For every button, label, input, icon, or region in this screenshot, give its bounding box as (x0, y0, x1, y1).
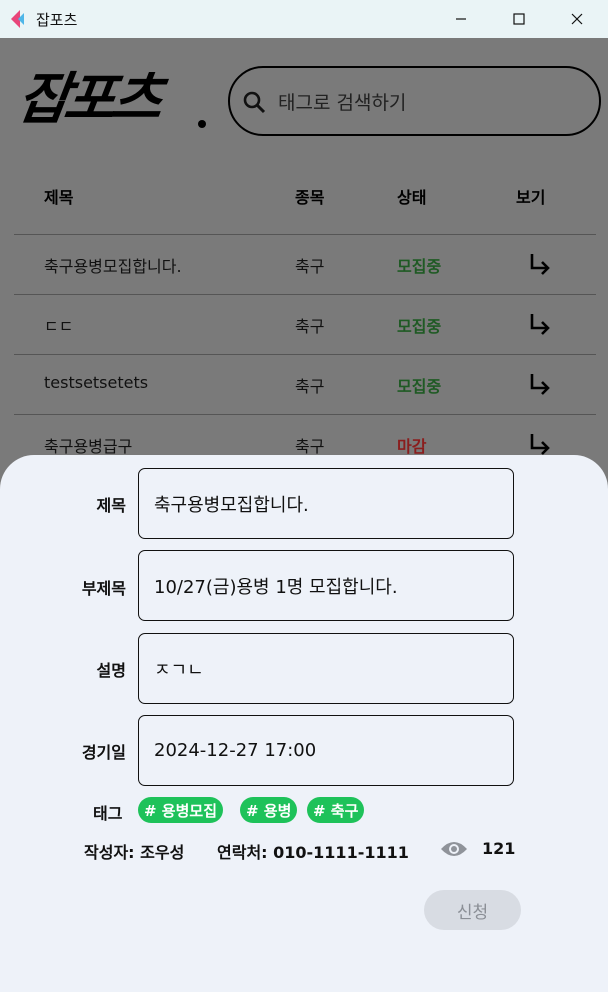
column-header-status: 상태 (397, 188, 427, 207)
search-bar[interactable] (228, 66, 601, 136)
view-arrow-icon[interactable] (528, 251, 552, 277)
row-status: 모집중 (397, 377, 442, 396)
row-sport: 축구 (295, 377, 325, 396)
row-status: 모집중 (397, 257, 442, 276)
game-date-field[interactable]: 2024-12-27 17:00 (138, 715, 514, 786)
row-title: testsetsetets (44, 373, 149, 392)
window-titlebar: 잡포츠 (0, 0, 608, 38)
field-label-description: 설명 (96, 661, 126, 680)
subtitle-field[interactable]: 10/27(금)용병 1명 모집합니다. (138, 550, 514, 621)
maximize-button[interactable] (490, 0, 548, 38)
row-title: 축구용병모집합니다. (44, 257, 182, 276)
view-arrow-icon[interactable] (528, 371, 552, 397)
column-header-title: 제목 (44, 188, 74, 207)
table-row[interactable]: ㄷㄷ 축구 모집중 (14, 294, 596, 354)
field-label-game-date: 경기일 (81, 743, 126, 762)
title-field[interactable]: 축구용병모집합니다. (138, 468, 514, 539)
view-arrow-icon[interactable] (528, 311, 552, 337)
row-title: 축구용병급구 (44, 437, 133, 456)
search-icon (243, 91, 266, 114)
window-title: 잡포츠 (36, 11, 78, 29)
column-header-sport: 종목 (295, 188, 325, 207)
table-row[interactable]: testsetsetets 축구 모집중 (14, 354, 596, 414)
minimize-button[interactable] (432, 0, 490, 38)
table-header: 제목 종목 상태 보기 (14, 174, 596, 234)
search-input[interactable] (278, 86, 578, 120)
row-title: ㄷㄷ (44, 317, 74, 336)
row-sport: 축구 (295, 437, 325, 456)
tag-chip[interactable]: # 축구 (307, 797, 365, 823)
row-sport: 축구 (295, 317, 325, 336)
brand-logo-dot (198, 120, 206, 128)
tag-chip[interactable]: # 용병 (240, 797, 298, 823)
minimize-icon (456, 18, 466, 20)
maximize-icon (513, 13, 525, 25)
detail-bottom-sheet: 제목 축구용병모집합니다. 부제목 10/27(금)용병 1명 모집합니다. 설… (0, 455, 608, 992)
row-sport: 축구 (295, 257, 325, 276)
apply-button[interactable]: 신청 (424, 890, 521, 930)
author-text: 작성자: 조우성 (84, 843, 185, 862)
row-status: 모집중 (397, 317, 442, 336)
view-arrow-icon[interactable] (528, 431, 552, 457)
contact-text: 연락처: 010-1111-1111 (217, 843, 409, 862)
tag-chip[interactable]: # 용병모집 (138, 797, 223, 823)
close-icon (571, 13, 583, 25)
view-count: 121 (482, 839, 516, 858)
field-label-subtitle: 부제목 (81, 579, 126, 598)
field-label-tags: 태그 (93, 804, 123, 823)
app-logo-icon (11, 10, 24, 28)
close-button[interactable] (548, 0, 606, 38)
eye-icon (441, 842, 467, 856)
column-header-view: 보기 (516, 188, 546, 207)
description-field[interactable]: ㅈㄱㄴ (138, 633, 514, 704)
row-status: 마감 (397, 437, 427, 456)
table-row[interactable]: 축구용병모집합니다. 축구 모집중 (14, 234, 596, 294)
field-label-title: 제목 (96, 496, 126, 515)
brand-logo[interactable]: 잡포츠 (13, 64, 163, 136)
